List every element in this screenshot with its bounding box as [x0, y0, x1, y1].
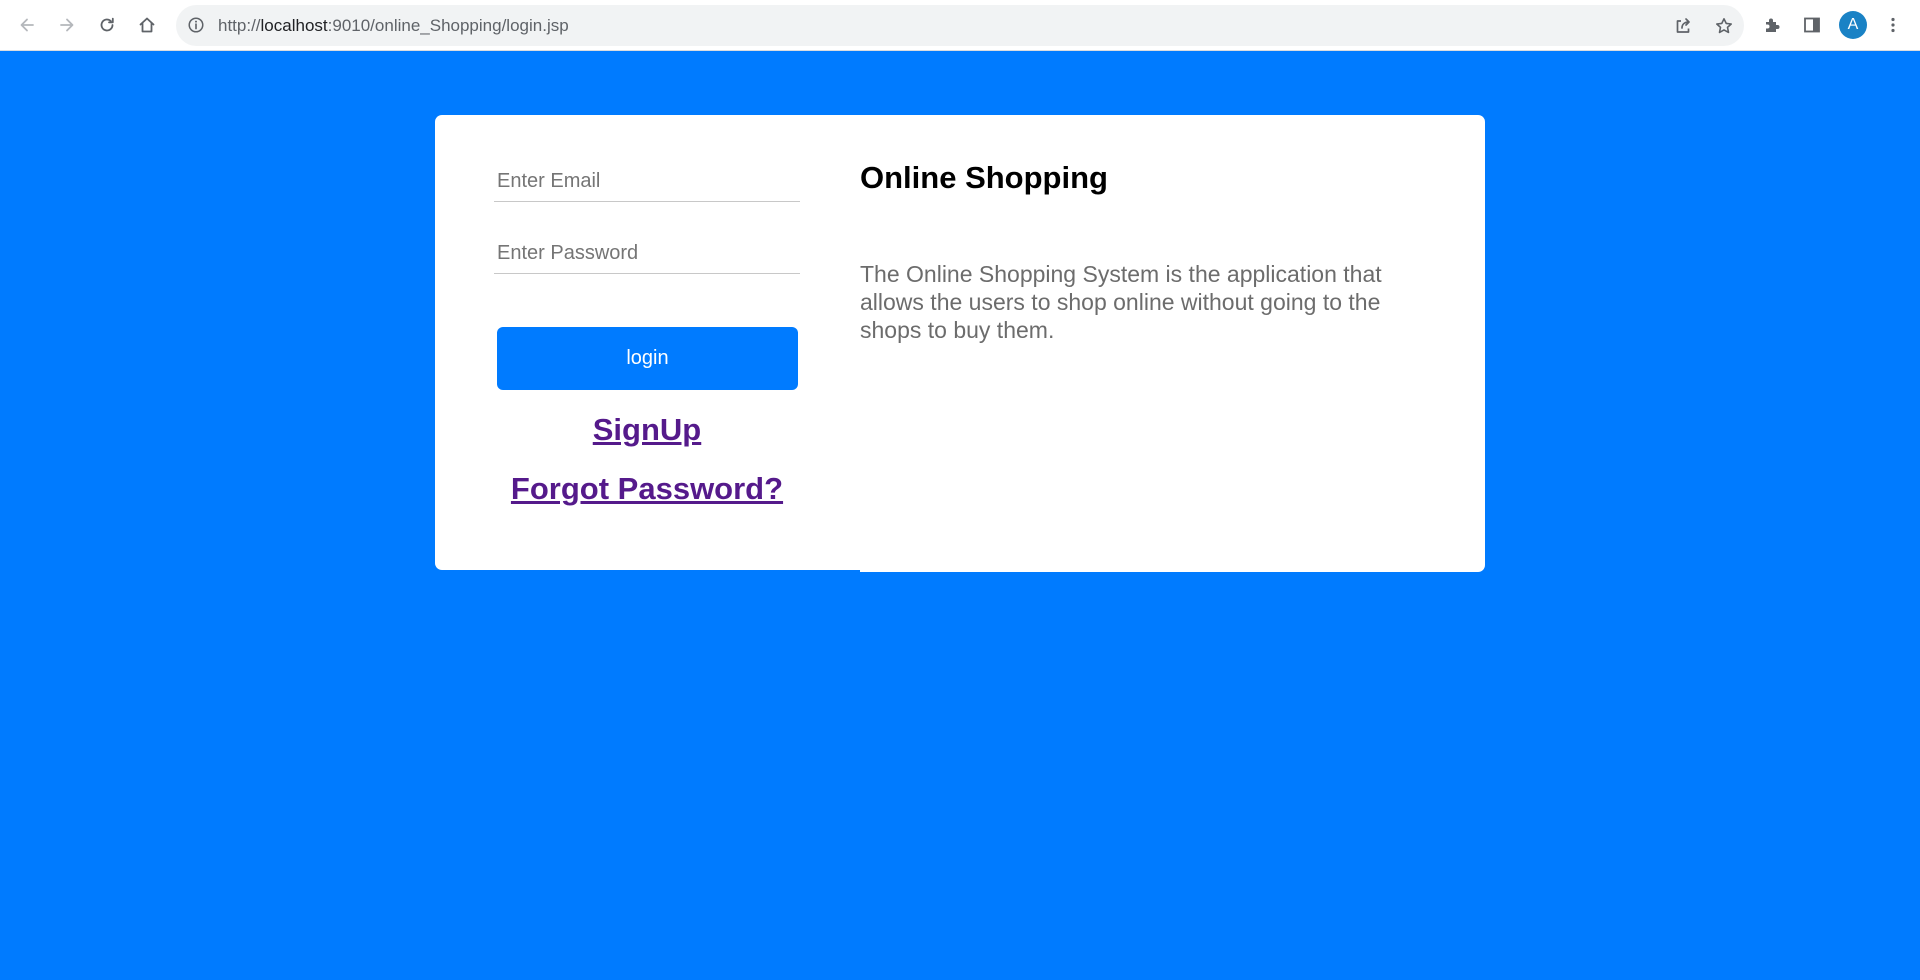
star-icon — [1716, 18, 1732, 34]
extensions-button[interactable] — [1756, 9, 1788, 41]
browser-toolbar: http://localhost:9010/online_Shopping/lo… — [0, 0, 1920, 51]
address-bar[interactable]: http://localhost:9010/online_Shopping/lo… — [176, 5, 1744, 46]
signup-link[interactable]: SignUp — [494, 412, 800, 448]
url-host: localhost — [260, 16, 328, 35]
home-icon — [139, 17, 155, 33]
reload-button[interactable] — [91, 9, 123, 41]
back-button[interactable] — [11, 9, 43, 41]
back-icon — [20, 18, 34, 32]
forgot-password-link[interactable]: Forgot Password? — [494, 471, 800, 507]
side-panel-icon — [1804, 17, 1820, 33]
extensions-icon — [1766, 18, 1780, 32]
login-button[interactable]: login — [497, 327, 798, 390]
password-field[interactable] — [494, 234, 800, 274]
url-text[interactable]: http://localhost:9010/online_Shopping/lo… — [218, 5, 569, 46]
reload-icon — [100, 17, 114, 32]
forward-button[interactable] — [51, 9, 83, 41]
share-icon — [1676, 18, 1690, 33]
side-panel-button[interactable] — [1796, 9, 1828, 41]
profile-avatar[interactable]: A — [1839, 11, 1867, 39]
page-title: Online Shopping — [860, 160, 1108, 195]
url-path: :9010/online_Shopping/login.jsp — [327, 16, 569, 35]
forward-icon — [60, 18, 74, 32]
share-button[interactable] — [1672, 15, 1694, 37]
email-field[interactable] — [494, 162, 800, 202]
site-info-button[interactable] — [186, 15, 206, 35]
browser-menu-button[interactable] — [1877, 9, 1909, 41]
url-scheme: http:// — [218, 16, 261, 35]
info-icon — [188, 17, 204, 33]
bookmark-button[interactable] — [1713, 15, 1735, 37]
home-button[interactable] — [131, 9, 163, 41]
app-description: The Online Shopping System is the applic… — [860, 261, 1382, 343]
menu-icon — [1891, 17, 1895, 33]
